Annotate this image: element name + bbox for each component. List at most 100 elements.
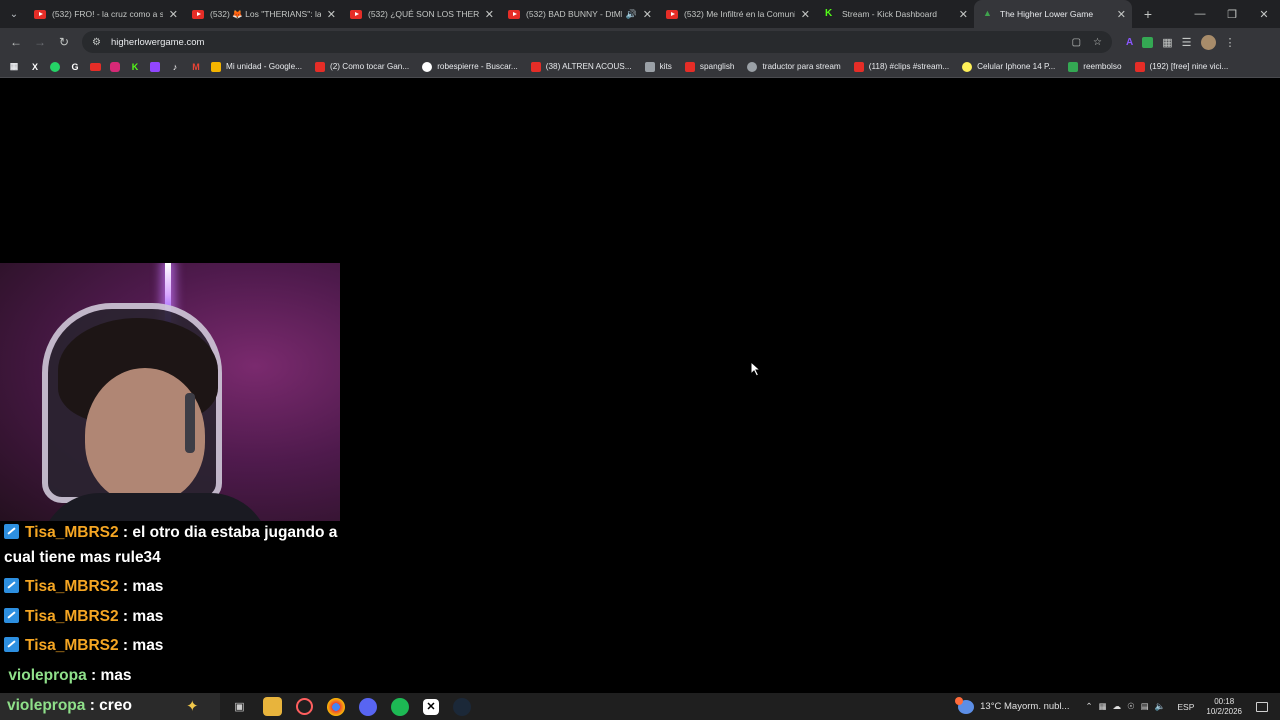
browser-tab[interactable]: Stream - Kick Dashboard ✕ <box>816 0 974 28</box>
bookmark-item[interactable]: kits <box>644 61 672 72</box>
steam-icon[interactable] <box>453 697 471 716</box>
tab-close-icon[interactable]: ✕ <box>327 8 336 21</box>
address-bar[interactable]: ⚙ higherlowergame.com ▢ ☆ <box>82 31 1112 53</box>
bookmark-item[interactable]: (118) #clips #stream... <box>853 61 950 72</box>
tab-title: (532) FRO! - la cruz como a sa <box>52 9 163 19</box>
chat-message: Tisa_MBRS2 : el otro dia estaba jugando … <box>4 524 338 566</box>
bookmark-star-icon[interactable]: ☆ <box>1093 37 1102 48</box>
browser-tab[interactable]: (532) ¿QUÉ SON LOS THERIAN ✕ <box>342 0 500 28</box>
drive-icon <box>211 61 221 72</box>
bookmark-item[interactable]: Mi unidad - Google... <box>211 61 303 72</box>
url-text[interactable]: higherlowergame.com <box>111 37 1060 48</box>
bookmark-item[interactable]: (38) ALTREN ACOUS... <box>530 61 632 72</box>
spotify-icon[interactable] <box>391 697 409 716</box>
chat-username: violepropa <box>8 666 87 684</box>
twitch-icon[interactable] <box>150 61 160 72</box>
minimize-icon[interactable]: — <box>1184 8 1216 21</box>
subscriber-badge-icon <box>4 578 19 593</box>
close-window-icon[interactable]: ✕ <box>1248 8 1280 21</box>
youtube-icon <box>853 61 864 72</box>
youtube-icon <box>34 9 46 19</box>
bookmark-item[interactable]: Celular Iphone 14 P... <box>962 61 1055 72</box>
tray-app-icon[interactable]: ▦ <box>1099 701 1107 712</box>
discord-icon[interactable] <box>359 697 377 716</box>
kick-icon[interactable]: K <box>129 61 141 73</box>
chat-username: Tisa_MBRS2 <box>25 578 119 595</box>
tab-title: (532) BAD BUNNY - DtMF ( <box>526 9 622 19</box>
file-explorer-icon[interactable] <box>263 697 282 716</box>
browser-tab[interactable]: (532) BAD BUNNY - DtMF ( 🔊 ✕ <box>500 0 658 28</box>
network-icon[interactable]: ▤ <box>1141 701 1149 712</box>
weather-icon[interactable] <box>955 696 975 714</box>
gmail-icon[interactable]: M <box>190 61 202 73</box>
bookmark-label: (192) [free] nine vici... <box>1149 62 1229 71</box>
restore-icon[interactable]: ❐ <box>1216 8 1248 21</box>
tab-strip: ⌄ (532) FRO! - la cruz como a sa ✕ (532)… <box>0 0 1280 28</box>
chrome-icon[interactable] <box>327 697 345 716</box>
x-icon[interactable]: X <box>29 61 41 73</box>
volume-icon[interactable]: 🔈 <box>1155 701 1166 712</box>
bookmark-label: Mi unidad - Google... <box>226 62 303 71</box>
bookmark-item[interactable]: robespierre - Buscar... <box>422 61 518 72</box>
microphone-icon[interactable]: ☉ <box>1127 701 1135 712</box>
youtube-icon <box>350 9 362 19</box>
instagram-icon[interactable] <box>110 61 120 72</box>
tab-search-icon[interactable]: ⌄ <box>2 2 26 26</box>
browser-tab[interactable]: (532) Me Infiltré en la Comunid ✕ <box>658 0 816 28</box>
profile-avatar[interactable] <box>1200 34 1216 50</box>
apps-grid-icon[interactable]: ▦ <box>8 61 20 73</box>
tab-close-icon[interactable]: ✕ <box>485 8 494 21</box>
bookmarks-bar: ▦ X G K ♪ M Mi unidad - Google... (2) Co… <box>0 56 1280 78</box>
taskbar-apps: ▣ ✕ <box>230 693 471 720</box>
google-icon[interactable]: G <box>69 61 81 73</box>
extensions-puzzle-icon[interactable]: ▦ <box>1162 36 1172 49</box>
language-indicator[interactable]: ESP <box>1177 702 1194 712</box>
youtube-icon <box>530 61 541 72</box>
tab-close-icon[interactable]: ✕ <box>959 8 968 21</box>
extension-icon[interactable]: A <box>1126 37 1133 48</box>
more-menu-icon[interactable]: ⋮ <box>1225 36 1236 49</box>
copilot-sparkle-icon[interactable]: ✦ <box>186 697 199 715</box>
tab-title: (532) ¿QUÉ SON LOS THERIAN <box>368 9 479 19</box>
youtube-icon[interactable] <box>90 62 101 71</box>
webcam-overlay <box>0 263 340 521</box>
browser-tab[interactable]: (532) FRO! - la cruz como a sa ✕ <box>26 0 184 28</box>
bookmark-item[interactable]: traductor para stream <box>747 61 841 72</box>
browser-tab[interactable]: (532) 🦊 Los "THERIANS": la co ✕ <box>184 0 342 28</box>
tab-close-icon[interactable]: ✕ <box>1117 8 1126 21</box>
youtube-icon <box>192 9 204 19</box>
bookmark-label: (118) #clips #stream... <box>868 62 950 71</box>
browser-tab-active[interactable]: The Higher Lower Game ✕ <box>974 0 1132 28</box>
speaker-icon[interactable]: 🔊 <box>626 9 637 20</box>
tab-close-icon[interactable]: ✕ <box>169 8 178 21</box>
bookmark-item[interactable]: reembolso <box>1068 61 1122 72</box>
whatsapp-icon[interactable] <box>50 61 60 72</box>
bookmark-item[interactable]: spanglish <box>684 61 734 72</box>
chat-text: mas <box>132 607 164 625</box>
reload-icon[interactable]: ↻ <box>52 35 76 49</box>
site-info-icon[interactable]: ⚙ <box>92 37 101 48</box>
onedrive-icon[interactable]: ☁ <box>1113 701 1122 712</box>
chevron-up-icon[interactable]: ⌃ <box>1085 701 1092 712</box>
clock[interactable]: 00:18 10/2/2026 <box>1206 697 1242 717</box>
capcut-icon[interactable]: ✕ <box>423 698 439 715</box>
notification-icon[interactable] <box>1256 701 1268 712</box>
weather-text[interactable]: 13°C Mayorm. nubl... <box>980 701 1069 712</box>
tab-close-icon[interactable]: ✕ <box>643 8 652 21</box>
translate-icon[interactable]: ▢ <box>1072 37 1081 48</box>
back-icon[interactable]: ← <box>4 35 28 49</box>
obs-icon[interactable] <box>296 698 313 715</box>
media-control-icon[interactable]: ☰ <box>1182 36 1192 49</box>
tab-close-icon[interactable]: ✕ <box>801 8 810 21</box>
subscriber-badge-icon <box>4 607 19 623</box>
forward-icon[interactable]: → <box>28 35 52 49</box>
bookmark-label: (38) ALTREN ACOUS... <box>545 62 632 71</box>
bookmark-item[interactable]: (2) Como tocar Gan... <box>315 61 409 72</box>
new-tab-button[interactable]: + <box>1136 6 1160 22</box>
tiktok-icon[interactable]: ♪ <box>169 61 181 73</box>
bookmark-item[interactable]: (192) [free] nine vici... <box>1134 61 1229 72</box>
extension-icon[interactable] <box>1142 36 1154 48</box>
chat-text: mas <box>100 666 132 684</box>
chat-message: Tisa_MBRS2 : mas <box>4 634 344 659</box>
task-view-icon[interactable]: ▣ <box>230 697 249 716</box>
